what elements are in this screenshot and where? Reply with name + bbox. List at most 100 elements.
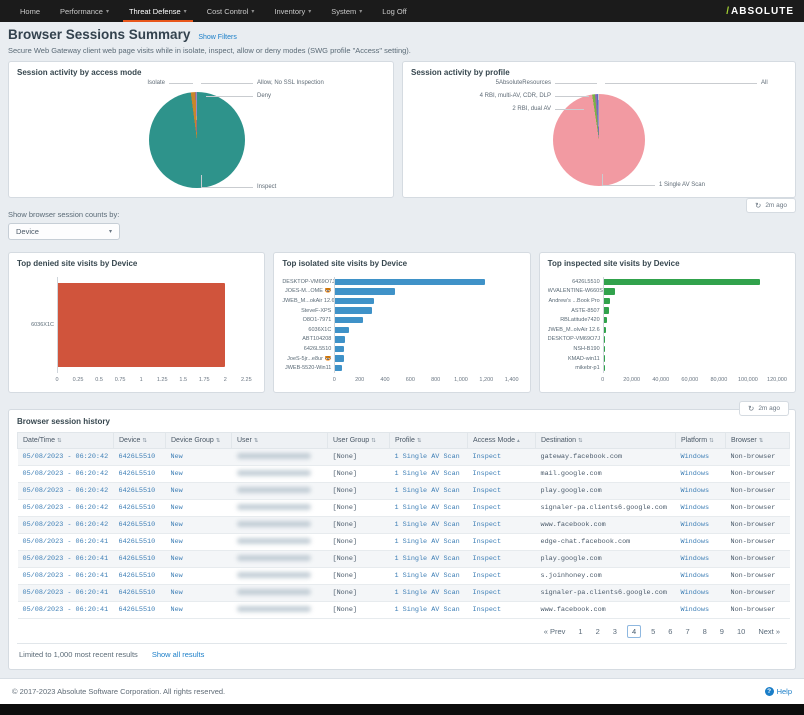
chevron-down-icon: ▾ (308, 8, 311, 15)
column-header-access-mode[interactable]: Access Mode▴ (468, 433, 536, 449)
nav-item-threat-defense[interactable]: Threat Defense▾ (119, 0, 197, 22)
cell-platform: Windows (676, 602, 726, 619)
cell-destination: mail.google.com (536, 466, 676, 483)
denied-chart-card: Top denied site visits by Device 6036X1C… (8, 252, 265, 393)
user-redacted (237, 555, 311, 561)
bar-row: 6036X1C (17, 277, 246, 373)
bar (335, 317, 363, 324)
column-header-date-time[interactable]: Date/Time⇅ (18, 433, 114, 449)
column-header-user-group[interactable]: User Group⇅ (328, 433, 390, 449)
column-header-profile[interactable]: Profile⇅ (390, 433, 468, 449)
column-header-user[interactable]: User⇅ (232, 433, 328, 449)
column-header-browser[interactable]: Browser⇅ (726, 433, 790, 449)
pagination-page-9[interactable]: 9 (717, 626, 727, 637)
refresh-status-pies[interactable]: ↻ 2m ago (746, 198, 796, 213)
nav-item-inventory[interactable]: Inventory▾ (264, 0, 321, 22)
bar (604, 307, 609, 314)
pagination-page-8[interactable]: 8 (700, 626, 710, 637)
nav-item-label: Threat Defense (129, 7, 181, 16)
cell-user (232, 551, 328, 568)
cell-datetime: 05/08/2023 - 06:20:41 (18, 551, 114, 568)
refresh-status-table[interactable]: ↻ 2m ago (739, 401, 789, 416)
cell-datetime: 05/08/2023 - 06:20:42 (18, 517, 114, 534)
pie-label-absoluteresources: 5AbsoluteResources (411, 80, 551, 86)
nav-item-log-off[interactable]: Log Off (372, 0, 416, 22)
pagination-page-3[interactable]: 3 (610, 626, 620, 637)
nav-item-cost-control[interactable]: Cost Control▾ (197, 0, 265, 22)
column-label: Platform (681, 437, 707, 444)
sort-icon: ⇅ (759, 438, 764, 444)
cell-platform: Windows (676, 517, 726, 534)
bar-track (334, 277, 511, 287)
x-tick-label: 60,000 (681, 377, 698, 383)
x-tick-label: 1,200 (479, 377, 493, 383)
x-tick-label: 120,000 (767, 377, 787, 383)
pagination-page-7[interactable]: 7 (682, 626, 692, 637)
pagination-page-6[interactable]: 6 (665, 626, 675, 637)
column-header-device[interactable]: Device⇅ (114, 433, 166, 449)
cell-datetime: 05/08/2023 - 06:20:42 (18, 500, 114, 517)
pie-label-4rbi: 4 RBI, multi-AV, CDR, DLP (411, 93, 551, 99)
bar-category-label: SteveF-XPS (282, 308, 334, 314)
nav-item-performance[interactable]: Performance▾ (50, 0, 119, 22)
bar (335, 336, 345, 343)
bar-track (603, 325, 777, 335)
column-label: Device (119, 437, 140, 444)
nav-item-home[interactable]: Home (10, 0, 50, 22)
bar-track (334, 344, 511, 354)
leader-line (602, 185, 655, 186)
count-by-select[interactable]: Device ▾ (8, 223, 120, 240)
bar (604, 355, 605, 362)
bar-row: JWEB_M..olvAir 12.6 (548, 325, 777, 335)
x-axis: 00.250.50.7511.251.51.7522.25 (57, 375, 246, 386)
cell-datetime: 05/08/2023 - 06:20:41 (18, 602, 114, 619)
bar-track (334, 287, 511, 297)
cell-device: 6426L5510 (114, 568, 166, 585)
cell-platform: Windows (676, 466, 726, 483)
pagination-prev[interactable]: « Prev (541, 626, 569, 637)
profile-chart-card: Session activity by profile 5AbsoluteRes… (402, 61, 796, 198)
cell-profile: 1 Single AV Scan (390, 517, 468, 534)
user-redacted (237, 470, 311, 476)
help-button[interactable]: ? Help (765, 687, 792, 696)
nav-item-system[interactable]: System▾ (321, 0, 372, 22)
bar (58, 283, 225, 367)
bar-category-label: JWEB_M...okAir 12.6 (282, 298, 334, 304)
show-all-results-link[interactable]: Show all results (152, 650, 205, 659)
user-redacted (237, 589, 311, 595)
pagination-page-2[interactable]: 2 (593, 626, 603, 637)
cell-device: 6426L5510 (114, 602, 166, 619)
cell-profile: 1 Single AV Scan (390, 500, 468, 517)
show-filters-link[interactable]: Show Filters (198, 34, 237, 41)
bar-row: mikebr-p1 (548, 363, 777, 373)
cell-device: 6426L5510 (114, 449, 166, 466)
chart-title: Top inspected site visits by Device (548, 259, 787, 268)
bar-category-label: ABT104208 (282, 336, 334, 342)
chevron-down-icon: ▾ (184, 8, 187, 15)
column-header-device-group[interactable]: Device Group⇅ (166, 433, 232, 449)
column-header-platform[interactable]: Platform⇅ (676, 433, 726, 449)
x-tick-label: 2 (224, 377, 227, 383)
denied-bar-chart: 6036X1C 00.250.50.7511.251.51.7522.25 (17, 277, 246, 386)
column-label: User Group (333, 437, 369, 444)
cell-access_mode: Inspect (468, 568, 536, 585)
cell-device_group: New (166, 568, 232, 585)
pagination-page-10[interactable]: 10 (734, 626, 748, 637)
pagination-page-4[interactable]: 4 (627, 625, 641, 638)
cell-profile: 1 Single AV Scan (390, 534, 468, 551)
bar-track (603, 354, 777, 364)
table-row: 05/08/2023 - 06:20:426426L5510New[None]1… (18, 449, 790, 466)
cell-device_group: New (166, 466, 232, 483)
profile-pie (553, 94, 645, 186)
pagination-page-1[interactable]: 1 (575, 626, 585, 637)
cell-device: 6426L5510 (114, 551, 166, 568)
pagination-page-5[interactable]: 5 (648, 626, 658, 637)
nav-item-label: System (331, 7, 356, 16)
column-label: Profile (395, 437, 415, 444)
pie-label-all: All (761, 80, 768, 86)
column-header-destination[interactable]: Destination⇅ (536, 433, 676, 449)
cell-profile: 1 Single AV Scan (390, 466, 468, 483)
cell-device: 6426L5510 (114, 585, 166, 602)
cell-datetime: 05/08/2023 - 06:20:41 (18, 534, 114, 551)
pagination-next[interactable]: Next » (755, 626, 783, 637)
